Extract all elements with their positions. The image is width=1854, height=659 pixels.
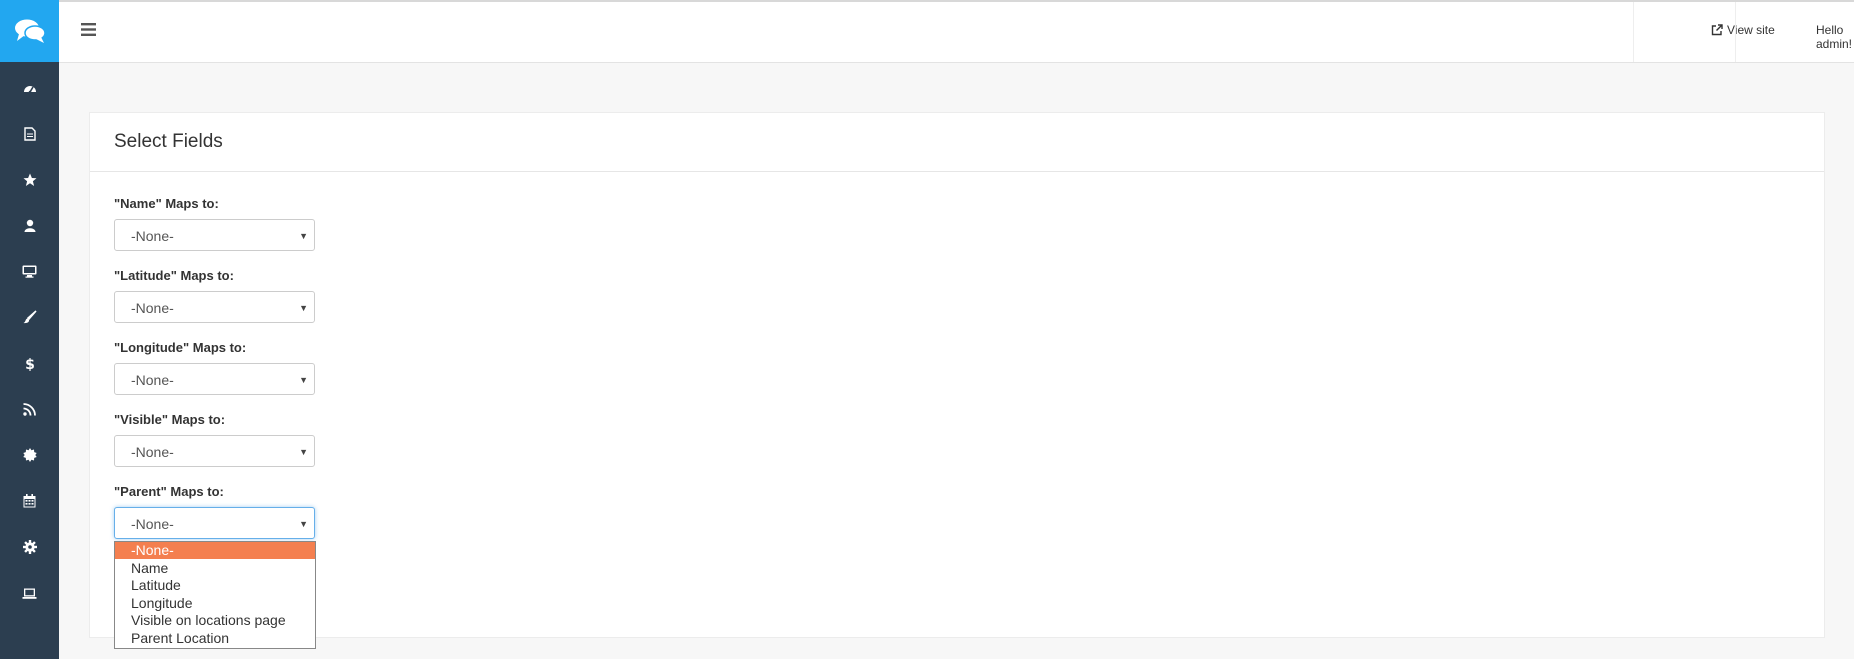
select-value: -None- — [131, 228, 174, 244]
longitude-field-label: "Longitude" Maps to: — [114, 340, 247, 355]
app-logo[interactable] — [0, 0, 59, 62]
option-latitude[interactable]: Latitude — [115, 577, 315, 594]
sidebar-item-settings[interactable] — [0, 535, 59, 559]
latitude-mapping-select[interactable]: -None- ▼ — [114, 291, 315, 323]
dropdown-arrow-icon: ▼ — [299, 519, 308, 529]
select-value: -None- — [131, 300, 174, 316]
option-longitude[interactable]: Longitude — [115, 595, 315, 612]
header-divider — [1633, 2, 1634, 62]
select-value: -None- — [131, 516, 174, 532]
parent-select-options: -None- Name Latitude Longitude Visible o… — [114, 541, 316, 649]
sidebar-item-devices[interactable] — [0, 581, 59, 605]
document-icon — [23, 127, 36, 141]
longitude-mapping-select[interactable]: -None- ▼ — [114, 363, 315, 395]
option-visible-on-locations-page[interactable]: Visible on locations page — [115, 612, 315, 629]
option-parent-location[interactable]: Parent Location — [115, 630, 315, 647]
sidebar-item-users[interactable] — [0, 214, 59, 238]
desktop-icon — [22, 265, 37, 278]
visible-field-label: "Visible" Maps to: — [114, 412, 226, 427]
menu-toggle-icon[interactable] — [81, 23, 96, 41]
select-value: -None- — [131, 444, 174, 460]
name-field-label: "Name" Maps to: — [114, 196, 219, 211]
chat-bubbles-icon — [14, 19, 46, 43]
sidebar-item-appearance[interactable] — [0, 259, 59, 283]
star-icon — [23, 173, 36, 186]
sidebar-item-events[interactable] — [0, 489, 59, 513]
panel-title: Select Fields — [114, 131, 223, 152]
settings-icon — [22, 540, 37, 554]
dashboard-icon — [23, 86, 36, 94]
user-icon — [24, 219, 35, 232]
sidebar-item-feeds[interactable] — [0, 397, 59, 421]
rss-icon — [23, 402, 36, 416]
name-mapping-select[interactable]: -None- ▼ — [114, 219, 315, 251]
calendar-icon — [23, 494, 36, 508]
latitude-field-label: "Latitude" Maps to: — [114, 268, 234, 283]
external-link-icon — [1711, 24, 1723, 36]
sidebar-item-favorites[interactable] — [0, 168, 59, 192]
paint-brush-icon — [23, 310, 37, 324]
user-menu[interactable]: Hello admin! — [1816, 23, 1854, 51]
sidebar-item-badges[interactable] — [0, 443, 59, 467]
option-name[interactable]: Name — [115, 560, 315, 577]
sidebar-item-pages[interactable] — [0, 122, 59, 146]
option-none[interactable]: -None- — [115, 542, 315, 559]
header-divider — [1735, 2, 1736, 62]
panel-header: Select Fields — [90, 113, 1824, 172]
svg-text:$: $ — [25, 357, 35, 371]
certificate-icon — [22, 448, 37, 462]
sidebar-item-design[interactable] — [0, 305, 59, 329]
dropdown-arrow-icon: ▼ — [299, 303, 308, 313]
select-fields-panel: Select Fields "Name" Maps to: -None- ▼ "… — [89, 112, 1825, 638]
laptop-icon — [22, 588, 37, 599]
sidebar-item-dashboard[interactable] — [0, 77, 59, 101]
user-greeting: Hello admin! — [1816, 23, 1853, 51]
dollar-icon: $ — [25, 357, 35, 371]
view-site-link[interactable]: View site — [1711, 23, 1775, 37]
dropdown-arrow-icon: ▼ — [299, 375, 308, 385]
parent-field-label: "Parent" Maps to: — [114, 484, 224, 499]
parent-mapping-select[interactable]: -None- ▼ — [114, 507, 315, 539]
visible-mapping-select[interactable]: -None- ▼ — [114, 435, 315, 467]
sidebar: $ — [0, 0, 59, 659]
select-value: -None- — [131, 372, 174, 388]
sidebar-item-payments[interactable]: $ — [0, 351, 59, 375]
top-header: View site Hello admin! — [59, 2, 1854, 63]
dropdown-arrow-icon: ▼ — [299, 447, 308, 457]
dropdown-arrow-icon: ▼ — [299, 231, 308, 241]
